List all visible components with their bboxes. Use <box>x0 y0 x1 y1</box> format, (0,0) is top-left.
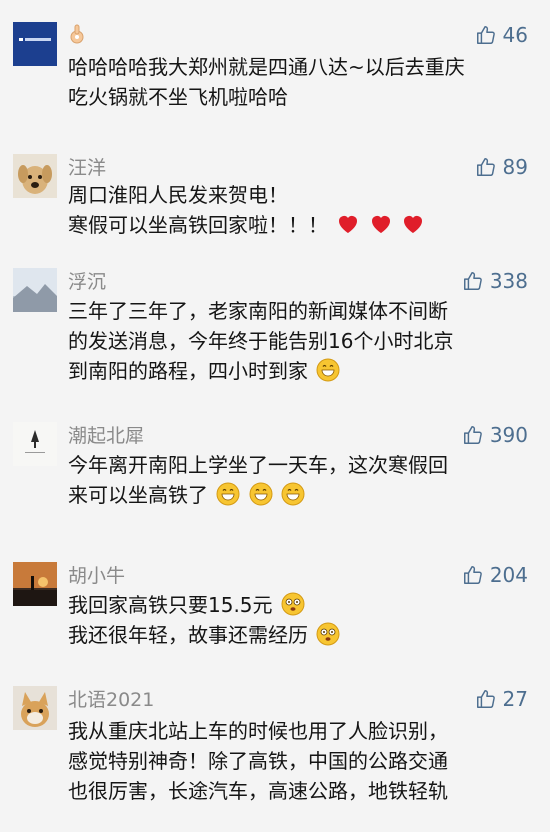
grin-emoji-icon <box>316 358 340 382</box>
comment-line: 的发送消息，今年终于能告别16个小时北京 <box>68 329 454 353</box>
user-name[interactable]: 潮起北犀 <box>68 424 144 448</box>
dizzy-face-icon <box>281 592 305 616</box>
like-count: 27 <box>502 687 528 711</box>
blue-logo-avatar-icon <box>13 22 57 66</box>
thumbs-up-icon <box>463 566 482 584</box>
thumbs-up-icon <box>463 272 482 290</box>
cat-avatar-icon <box>13 686 57 730</box>
ok-hand-icon <box>68 24 86 52</box>
comment-feed: 46 哈哈哈哈我大郑州就是四通八达~以后去重庆 吃火锅就不坐飞机啦哈哈 汪洋 8… <box>0 0 550 832</box>
avatar[interactable] <box>13 268 57 312</box>
comment-line: 哈哈哈哈我大郑州就是四通八达~以后去重庆 <box>68 55 465 79</box>
user-name[interactable]: 汪洋 <box>68 156 106 180</box>
avatar[interactable] <box>13 154 57 198</box>
comment-line: 到南阳的路程，四小时到家 <box>68 356 538 386</box>
comment-line: 吃火锅就不坐飞机啦哈哈 <box>68 85 288 109</box>
dog-avatar-icon <box>13 154 57 198</box>
comment-text: 我从重庆北站上车的时候也用了人脸识别， 感觉特别神奇！除了高铁，中国的公路交通 … <box>68 716 538 806</box>
comment-line: 感觉特别神奇！除了高铁，中国的公路交通 <box>68 749 448 773</box>
like-count: 338 <box>489 269 528 293</box>
comment-line: 今年离开南阳上学坐了一天车，这次寒假回 <box>68 453 448 477</box>
like-button[interactable]: 204 <box>462 562 528 588</box>
red-heart-icon <box>336 212 360 236</box>
like-count: 46 <box>502 23 528 47</box>
like-button[interactable]: 390 <box>462 422 528 448</box>
comment-text: 三年了三年了，老家南阳的新闻媒体不间断 的发送消息，今年终于能告别16个小时北京… <box>68 296 538 386</box>
avatar[interactable] <box>13 686 57 730</box>
grin-emoji-icon <box>281 482 305 506</box>
grin-emoji-icon <box>216 482 240 506</box>
like-button[interactable]: 46 <box>475 22 528 48</box>
user-name[interactable]: 浮沉 <box>68 270 106 294</box>
avatar[interactable] <box>13 562 57 606</box>
comment-text: 周口淮阳人民发来贺电！ 寒假可以坐高铁回家啦！！！ <box>68 180 538 240</box>
like-count: 204 <box>489 563 528 587</box>
grin-emoji-icon <box>249 482 273 506</box>
user-name[interactable]: 北语2021 <box>68 688 154 712</box>
red-heart-icon <box>369 212 393 236</box>
like-count: 89 <box>502 155 528 179</box>
sunset-silhouette-avatar-icon <box>13 562 57 606</box>
comment-line: 周口淮阳人民发来贺电！ <box>68 183 288 207</box>
avatar[interactable] <box>13 422 57 466</box>
thumbs-up-icon <box>463 426 482 444</box>
like-button[interactable]: 27 <box>475 686 528 712</box>
dizzy-face-icon <box>316 622 340 646</box>
comment-line: 我还很年轻，故事还需经历 <box>68 620 538 650</box>
avatar[interactable] <box>13 22 57 66</box>
like-count: 390 <box>489 423 528 447</box>
comment-text: 哈哈哈哈我大郑州就是四通八达~以后去重庆 吃火锅就不坐飞机啦哈哈 <box>68 52 538 112</box>
landscape-avatar-icon <box>13 268 57 312</box>
like-button[interactable]: 89 <box>475 154 528 180</box>
thumbs-up-icon <box>476 26 495 44</box>
comment-line: 来可以坐高铁了 <box>68 480 538 510</box>
like-button[interactable]: 338 <box>462 268 528 294</box>
comment-line: 三年了三年了，老家南阳的新闻媒体不间断 <box>68 299 448 323</box>
comment-line: 寒假可以坐高铁回家啦！！！ <box>68 210 538 240</box>
comment-text: 今年离开南阳上学坐了一天车，这次寒假回 来可以坐高铁了 <box>68 450 538 510</box>
thumbs-up-icon <box>476 158 495 176</box>
ink-painting-avatar-icon <box>13 422 57 466</box>
red-heart-icon <box>401 212 425 236</box>
comment-line: 我从重庆北站上车的时候也用了人脸识别， <box>68 719 448 743</box>
comment-line: 也很厉害，长途汽车，高速公路，地铁轻轨 <box>68 779 448 803</box>
comment-text: 我回家高铁只要15.5元 我还很年轻，故事还需经历 <box>68 590 538 650</box>
comment-line: 我回家高铁只要15.5元 <box>68 590 538 620</box>
user-name[interactable]: 胡小牛 <box>68 564 125 588</box>
thumbs-up-icon <box>476 690 495 708</box>
